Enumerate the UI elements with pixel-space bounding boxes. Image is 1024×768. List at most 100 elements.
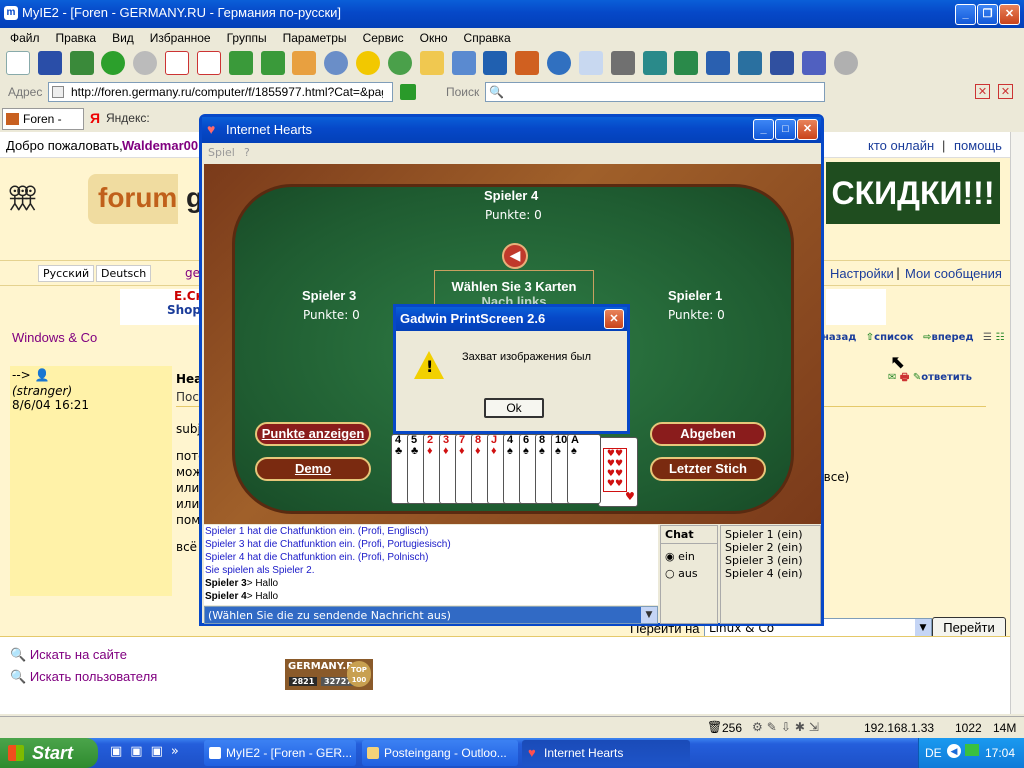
fullscreen-icon[interactable] <box>738 51 763 75</box>
menu-spiel[interactable]: Spiel <box>208 146 235 159</box>
forum-breadcrumb[interactable]: Windows & Co <box>12 330 97 345</box>
abgeben-button[interactable]: Abgeben <box>650 422 766 446</box>
demo-button[interactable]: Demo <box>255 457 371 481</box>
promo-box[interactable]: E.Ск Shop <box>120 289 204 325</box>
search-site-link[interactable]: 🔍 Искать на сайте <box>10 647 127 663</box>
history-icon[interactable] <box>387 51 412 75</box>
font-icon[interactable] <box>483 51 508 75</box>
refresh-icon[interactable] <box>228 51 253 75</box>
globe-icon[interactable] <box>547 51 572 75</box>
chat-log[interactable]: Spieler 1 hat die Chatfunktion ein. (Pro… <box>204 525 658 605</box>
search-user-link[interactable]: 🔍 Искать пользователя <box>10 669 157 685</box>
chat-message-select[interactable]: (Wählen Sie die zu sendende Nachricht au… <box>204 606 658 624</box>
save-icon[interactable] <box>37 51 62 75</box>
quicklaunch-icons[interactable]: ▣▣▣» <box>110 744 187 759</box>
hearts-maximize-button[interactable]: □ <box>775 119 796 140</box>
menu-favorites[interactable]: Избранное <box>142 27 219 49</box>
clock-icon[interactable] <box>833 51 858 75</box>
grid-icon[interactable] <box>769 51 794 75</box>
site-link[interactable]: ge <box>185 266 200 280</box>
menu-view[interactable]: Вид <box>104 27 142 49</box>
download-icon[interactable] <box>674 51 699 75</box>
network-icon[interactable] <box>69 51 94 75</box>
maximize-button[interactable]: ❐ <box>977 4 998 25</box>
window-icon[interactable] <box>642 51 667 75</box>
close-tab-icon[interactable]: ✕ <box>975 84 990 99</box>
forward-icon[interactable] <box>133 51 158 75</box>
start-button[interactable]: Start <box>0 738 98 768</box>
home-icon[interactable] <box>292 51 317 75</box>
nav-next-link[interactable]: вперед <box>931 332 973 343</box>
minimize-button[interactable]: _ <box>955 4 976 25</box>
ok-button[interactable]: Ok <box>484 398 544 418</box>
menu-window[interactable]: Окно <box>412 27 456 49</box>
menu-edit[interactable]: Правка <box>48 27 105 49</box>
close-button[interactable]: ✕ <box>999 4 1020 25</box>
help-link[interactable]: помощь <box>954 138 1002 153</box>
username-link[interactable]: Waldemar00 <box>122 138 198 153</box>
taskbar-item-hearts[interactable]: ♥ Internet Hearts <box>522 740 690 766</box>
chat-label: Chat <box>661 526 717 544</box>
undo-icon[interactable] <box>706 51 731 75</box>
menu-options[interactable]: Параметры <box>275 27 355 49</box>
back-icon[interactable] <box>101 51 126 75</box>
menu-file[interactable]: Файл <box>2 27 48 49</box>
page-scrollbar[interactable] <box>1010 132 1024 714</box>
nav-back-link[interactable]: назад <box>822 332 856 343</box>
last-trick-button[interactable]: Letzter Stich <box>650 457 766 481</box>
favorites-star-icon[interactable] <box>356 51 381 75</box>
online-link[interactable]: кто онлайн <box>868 138 934 153</box>
lang-ru-button[interactable]: Русский <box>38 265 95 282</box>
hearts-minimize-button[interactable]: _ <box>753 119 774 140</box>
playing-card[interactable]: A ♠ <box>567 434 601 504</box>
search-icon[interactable] <box>324 51 349 75</box>
print-icon[interactable]: 🖶 <box>900 372 909 383</box>
hearts-close-button[interactable]: ✕ <box>797 119 818 140</box>
tab-yandex[interactable]: Я Яндекс: хл... <box>86 108 166 145</box>
refresh-all-icon[interactable] <box>260 51 285 75</box>
mail-icon[interactable] <box>578 51 603 75</box>
nav-list-link[interactable]: список <box>874 332 913 343</box>
lang-de-button[interactable]: Deutsch <box>96 265 152 282</box>
edit-icon[interactable] <box>801 51 826 75</box>
menu-tools[interactable]: Сервис <box>355 27 412 49</box>
my-messages-link[interactable]: Мои сообщения <box>905 266 1002 281</box>
arrow-text: --> <box>12 368 31 382</box>
menu-groups[interactable]: Группы <box>219 27 275 49</box>
close-all-icon[interactable]: ✕ <box>998 84 1013 99</box>
chat-on-radio[interactable]: ◉ ein <box>661 544 717 563</box>
taskbar-item-outlook[interactable]: Posteingang - Outloo... <box>362 740 518 766</box>
tree-view-icon[interactable]: ☷ <box>995 332 1004 343</box>
reply-link[interactable]: ответить <box>921 372 972 383</box>
stop-icon[interactable] <box>165 51 190 75</box>
group-icon[interactable] <box>610 51 635 75</box>
tab-foren[interactable]: Foren - GE... <box>2 108 84 146</box>
sale-banner[interactable]: СКИДКИ!!! <box>826 162 1000 224</box>
address-input[interactable]: http://foren.germany.ru/computer/f/18559… <box>48 82 393 102</box>
reply-icon[interactable]: ✉ <box>888 372 896 383</box>
highlight-card[interactable]: 10 ♥♥♥♥♥♥♥♥ ♥ <box>583 437 638 507</box>
go-icon[interactable] <box>400 84 416 100</box>
translate-icon[interactable] <box>515 51 540 75</box>
chat-off-radio[interactable]: ○ aus <box>661 563 717 580</box>
site-logo[interactable]: 𖨆𖨆𖨆 forum g <box>6 162 203 254</box>
hearts-titlebar: ♥ Internet Hearts _ □ ✕ <box>202 117 821 143</box>
network-tray-icon[interactable] <box>965 744 979 756</box>
folder-icon[interactable] <box>419 51 444 75</box>
search-input[interactable]: 🔍 <box>485 82 825 102</box>
stop-all-icon[interactable] <box>196 51 221 75</box>
counter-badge[interactable]: GERMANY.RU 2821 32727 TOP 100 <box>285 659 373 690</box>
menu-help[interactable]: ? <box>244 146 250 159</box>
threaded-view-icon[interactable]: ☰ <box>983 332 992 343</box>
new-icon[interactable] <box>6 51 30 75</box>
show-points-button[interactable]: Punkte anzeigen <box>255 422 371 446</box>
page-icon[interactable] <box>451 51 476 75</box>
menu-help[interactable]: Справка <box>456 27 519 49</box>
player-list-item: Spieler 2 (ein) <box>725 541 803 554</box>
dialog-close-button[interactable]: ✕ <box>604 309 624 329</box>
language-indicator[interactable]: DE <box>925 746 942 760</box>
taskbar-item-myie2[interactable]: MyIE2 - [Foren - GER... <box>204 740 356 766</box>
settings-link[interactable]: Настройки <box>830 266 894 281</box>
tray-back-icon[interactable]: ◀ <box>947 744 961 758</box>
address-bar: Адрес http://foren.germany.ru/computer/f… <box>0 81 1024 103</box>
